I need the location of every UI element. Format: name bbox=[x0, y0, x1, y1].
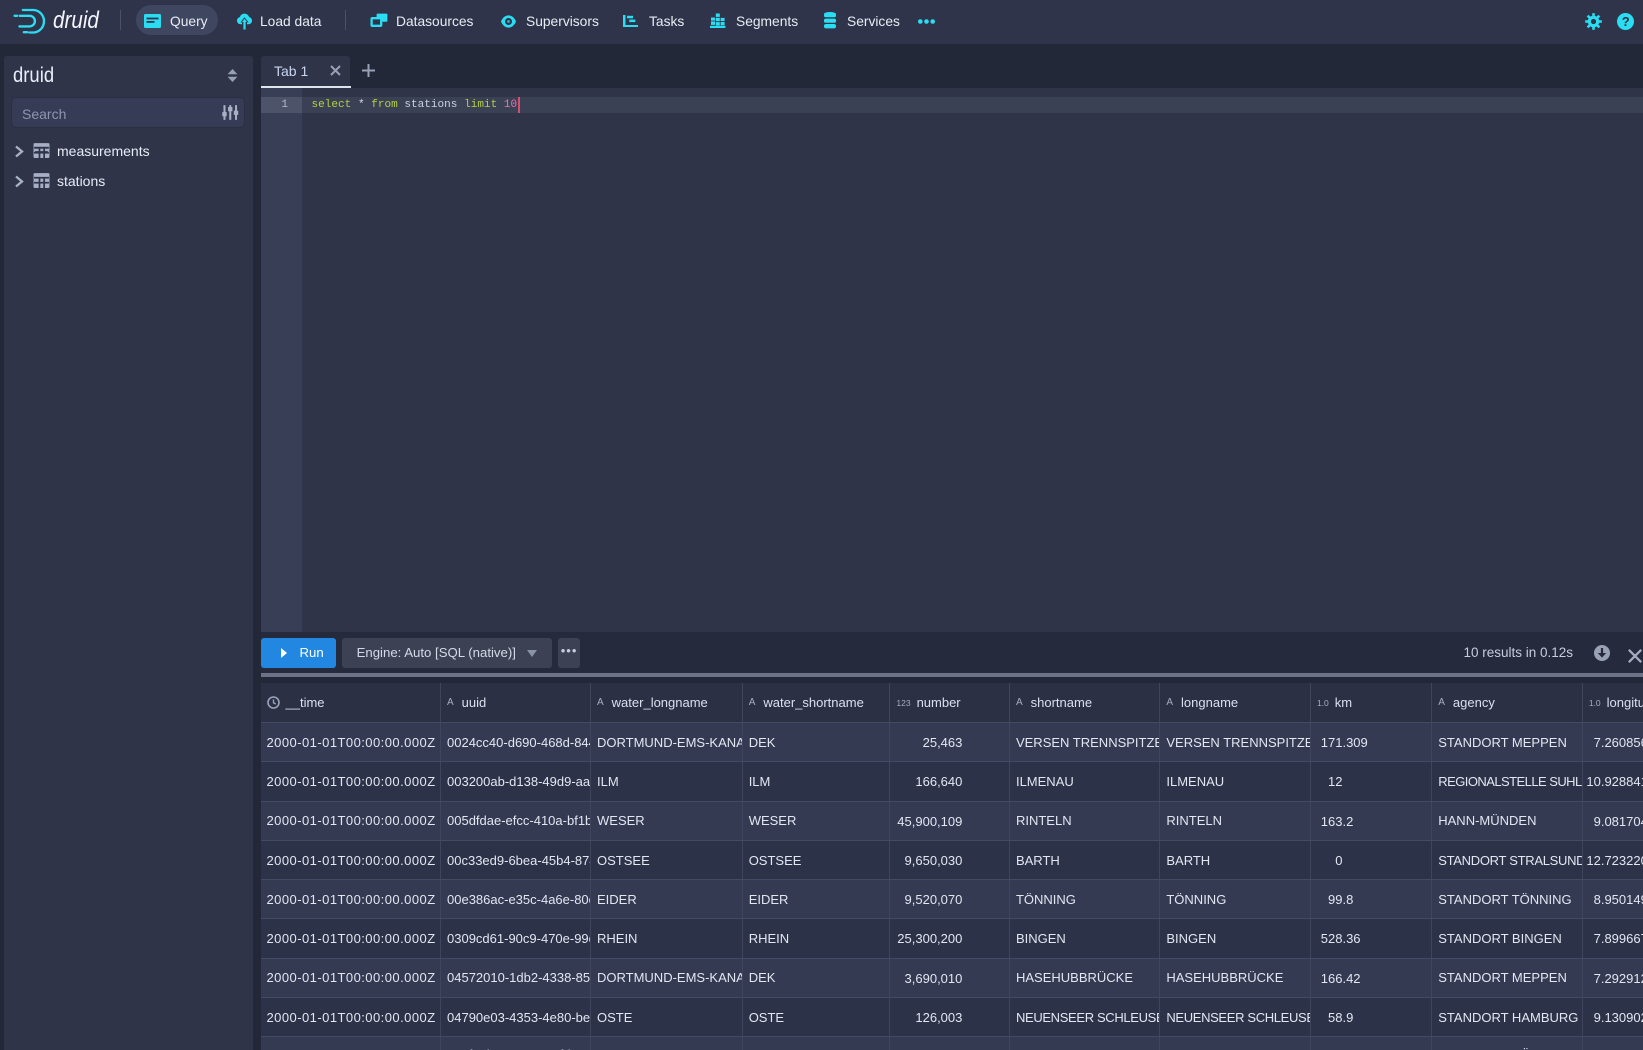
svg-text:?: ? bbox=[1622, 14, 1630, 29]
